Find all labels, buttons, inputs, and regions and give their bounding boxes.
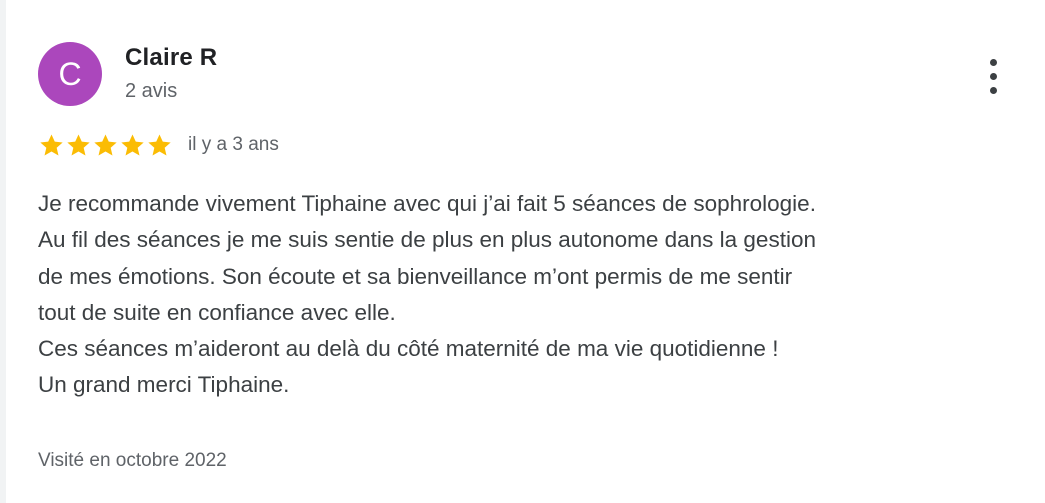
- review-text-line: de mes émotions. Son écoute et sa bienve…: [38, 263, 793, 289]
- star-icon: [40, 133, 63, 156]
- visit-date: Visité en octobre 2022: [38, 450, 227, 471]
- star-icon: [94, 133, 117, 156]
- star-icon: [67, 133, 90, 156]
- review-text-line: Un grand merci Tiphaine.: [38, 372, 290, 398]
- more-options-button[interactable]: [982, 56, 1006, 96]
- review-card: C Claire R 2 avis il y a 3 ans Je recomm…: [6, 0, 1045, 503]
- star-rating: [38, 132, 173, 159]
- star-icon: [121, 133, 144, 156]
- review-text: Je recommande vivement Tiphaine avec qui…: [38, 186, 1028, 404]
- review-text-line: tout de suite en confiance avec elle.: [38, 299, 396, 325]
- review-count: 2 avis: [125, 80, 178, 102]
- review-date: il y a 3 ans: [188, 134, 279, 155]
- star-icon: [148, 133, 171, 156]
- review-text-line: Au fil des séances je me suis sentie de …: [38, 227, 816, 253]
- review-text-line: Ces séances m’aideront au delà du côté m…: [38, 336, 779, 362]
- rating-row: il y a 3 ans: [38, 130, 279, 160]
- author-name[interactable]: Claire R: [125, 44, 217, 72]
- review-text-line: Je recommande vivement Tiphaine avec qui…: [38, 191, 816, 216]
- avatar[interactable]: C: [38, 42, 102, 106]
